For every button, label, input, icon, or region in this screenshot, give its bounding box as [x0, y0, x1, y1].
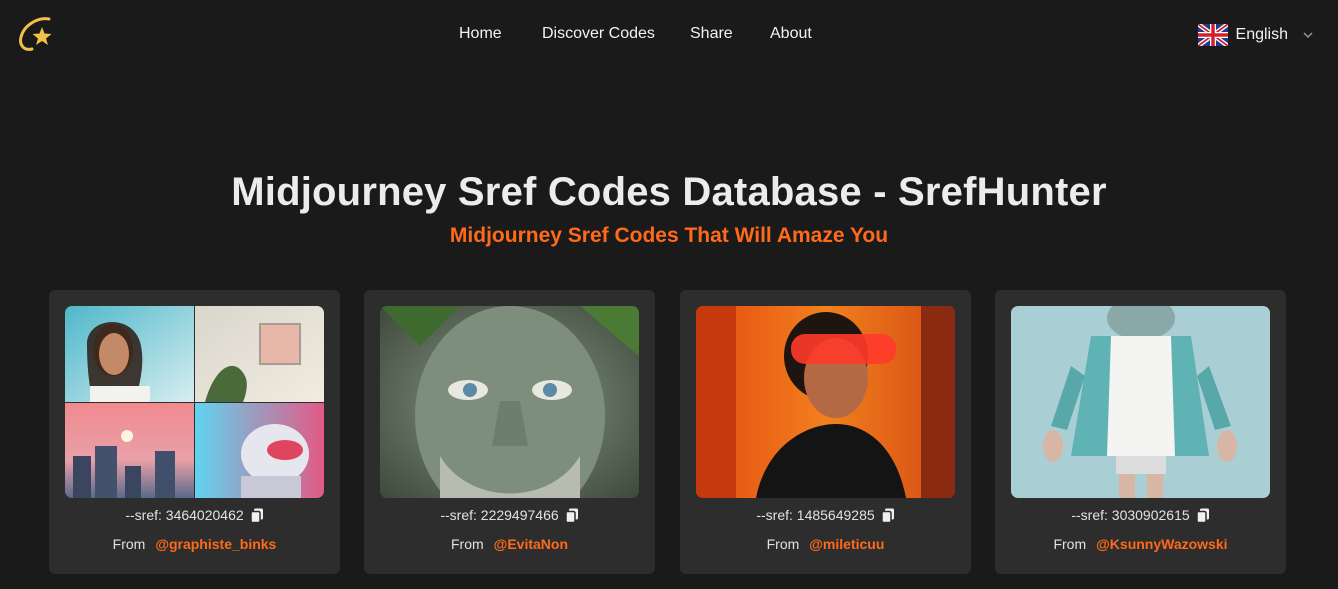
- sref-code: --sref: 3030902615: [1071, 507, 1190, 523]
- sref-code-row: --sref: 3030902615: [995, 507, 1286, 523]
- sref-code: --sref: 1485649285: [756, 507, 875, 523]
- author-link[interactable]: @graphiste_binks: [155, 536, 276, 552]
- page-title: Midjourney Sref Codes Database - SrefHun…: [231, 170, 1107, 214]
- chevron-down-icon: [1303, 32, 1313, 38]
- copy-icon[interactable]: [249, 508, 264, 523]
- author-link[interactable]: @mileticuu: [809, 536, 884, 552]
- author-row: From @mileticuu: [680, 536, 971, 552]
- sref-code-row: --sref: 3464020462: [49, 507, 340, 523]
- sref-card[interactable]: --sref: 2229497466 From @EvitaNon: [364, 290, 655, 574]
- copy-icon[interactable]: [880, 508, 895, 523]
- sref-code-row: --sref: 2229497466: [364, 507, 655, 523]
- author-row: From @KsunnyWazowski: [995, 536, 1286, 552]
- from-label: From: [1053, 536, 1087, 552]
- nav-home[interactable]: Home: [459, 25, 502, 43]
- sref-card[interactable]: --sref: 1485649285 From @mileticuu: [680, 290, 971, 574]
- sref-code: --sref: 2229497466: [440, 507, 559, 523]
- sref-card[interactable]: --sref: 3464020462 From @graphiste_binks: [49, 290, 340, 574]
- nav-discover-codes[interactable]: Discover Codes: [542, 25, 655, 43]
- author-row: From @EvitaNon: [364, 536, 655, 552]
- character-image: [1011, 306, 1270, 498]
- language-selector[interactable]: English: [1197, 22, 1314, 48]
- sref-preview-image[interactable]: [65, 306, 324, 498]
- author-link[interactable]: @EvitaNon: [494, 536, 568, 552]
- sref-card[interactable]: --sref: 3030902615 From @KsunnyWazowski: [995, 290, 1286, 574]
- author-link[interactable]: @KsunnyWazowski: [1096, 536, 1227, 552]
- copy-icon[interactable]: [1195, 508, 1210, 523]
- uk-flag-icon: [1197, 24, 1228, 46]
- from-label: From: [766, 536, 800, 552]
- page-subtitle: Midjourney Sref Codes That Will Amaze Yo…: [449, 224, 889, 247]
- sref-code: --sref: 3464020462: [125, 507, 244, 523]
- language-label: English: [1235, 26, 1288, 43]
- author-row: From @graphiste_binks: [49, 536, 340, 552]
- from-label: From: [112, 536, 146, 552]
- top-bar: Home Discover Codes Share About English: [0, 0, 1338, 70]
- nav-about[interactable]: About: [770, 25, 812, 43]
- from-label: From: [451, 536, 484, 552]
- sref-code-row: --sref: 1485649285: [680, 507, 971, 523]
- copy-icon[interactable]: [564, 508, 579, 523]
- portrait-image: [696, 306, 955, 498]
- nav-share[interactable]: Share: [690, 25, 733, 43]
- main-nav: Home Discover Codes Share About: [0, 0, 1338, 70]
- sref-preview-image[interactable]: [696, 306, 955, 498]
- sref-preview-image[interactable]: [380, 306, 639, 498]
- collage-image: [65, 306, 324, 498]
- sref-preview-image[interactable]: [1011, 306, 1270, 498]
- portrait-image: [380, 306, 639, 498]
